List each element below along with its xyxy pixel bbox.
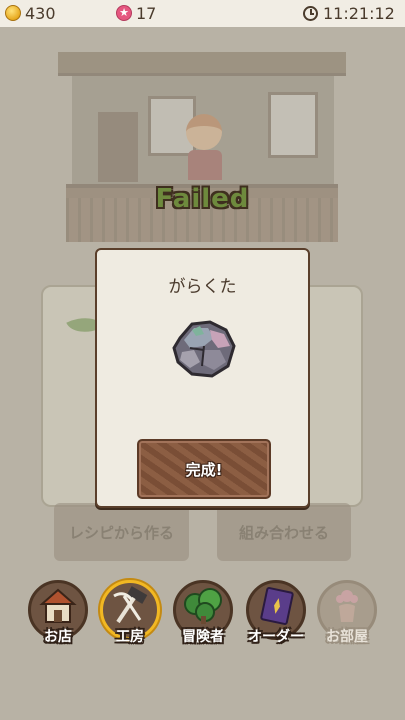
nav-shop-label: お店 [44, 629, 72, 645]
item-name: がらくた [168, 277, 237, 297]
scene-bookshelf [98, 112, 138, 182]
scene-roof [58, 52, 346, 76]
clock-icon [303, 6, 318, 21]
combine-button: 組み合わせる [217, 503, 351, 561]
nav-shop[interactable]: お店 [25, 580, 91, 646]
shopkeeper-body [188, 150, 222, 180]
room-vase-icon [336, 590, 358, 622]
clock-time: 11:21:12 [323, 4, 395, 23]
nav-workshop-label: 工房 [116, 629, 144, 645]
nav-adventurer-label: 冒険者 [182, 629, 224, 645]
tree-icon [184, 588, 222, 624]
failed-label: Failed [155, 184, 250, 214]
gem-count: 17 [136, 4, 157, 23]
nav-order[interactable]: オーダー [243, 580, 309, 646]
nav-room[interactable]: お部屋 [314, 580, 380, 646]
nav-order-label: オーダー [248, 629, 304, 645]
complete-button[interactable]: 完成! [137, 439, 271, 499]
nav-room-label: お部屋 [326, 629, 368, 645]
nav-workshop[interactable]: 工房 [97, 580, 163, 646]
junk-rock-icon [172, 320, 236, 378]
scene-window-right [268, 92, 318, 158]
order-book-icon [260, 587, 294, 625]
craft-result-dialog: がらくた 完成! [95, 248, 310, 508]
recipe-craft-button: レシピから作る [54, 503, 189, 561]
coin-count: 430 [25, 4, 56, 23]
shopkeeper-head [186, 114, 222, 150]
nav-adventurer[interactable]: 冒険者 [170, 580, 236, 646]
shop-icon [39, 588, 77, 623]
shop-scene [58, 52, 346, 244]
coin-icon [5, 5, 21, 21]
status-bar: 430 ★ 17 11:21:12 [0, 0, 405, 27]
gem-icon: ★ [116, 5, 132, 21]
workshop-hammer-icon [113, 586, 148, 624]
